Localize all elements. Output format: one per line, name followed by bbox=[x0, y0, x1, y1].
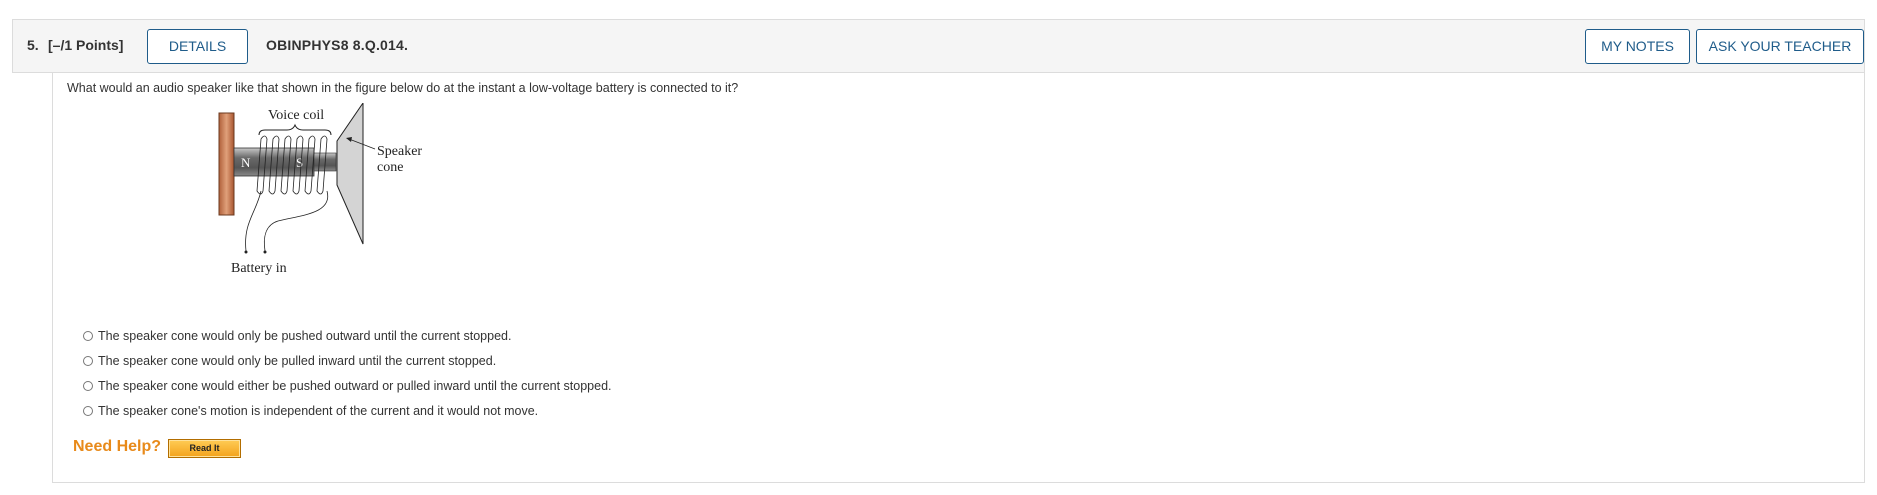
radio-button[interactable] bbox=[83, 381, 93, 391]
choice-text: The speaker cone would only be pulled in… bbox=[98, 354, 497, 368]
choice-text: The speaker cone would either be pushed … bbox=[98, 379, 612, 393]
speaker-cone bbox=[336, 103, 364, 245]
radio-button[interactable] bbox=[83, 356, 93, 366]
question-body: What would an audio speaker like that sh… bbox=[52, 73, 1865, 483]
voice-coil-label: Voice coil bbox=[268, 108, 324, 123]
radio-button[interactable] bbox=[83, 406, 93, 416]
north-pole-label: N bbox=[241, 155, 251, 170]
battery-in-label: Battery in bbox=[231, 261, 287, 276]
back-plate bbox=[218, 112, 235, 216]
choice-text: The speaker cone would only be pushed ou… bbox=[98, 329, 512, 343]
battery-terminal-1 bbox=[244, 250, 248, 254]
question-code: OBINPHYS8 8.Q.014. bbox=[266, 37, 409, 53]
details-button[interactable]: DETAILS bbox=[147, 29, 248, 64]
coil-brace bbox=[258, 123, 332, 136]
speaker-label-line1: Speaker bbox=[377, 144, 422, 159]
battery-wire-1 bbox=[245, 190, 262, 252]
question-points: [–/1 Points] bbox=[48, 37, 124, 53]
radio-button[interactable] bbox=[83, 331, 93, 341]
choice-text: The speaker cone's motion is independent… bbox=[98, 404, 539, 418]
speaker-label-line2: cone bbox=[377, 160, 403, 175]
need-help-label: Need Help? bbox=[73, 438, 162, 455]
battery-terminal-2 bbox=[263, 250, 267, 254]
battery-wire-2 bbox=[263, 190, 329, 252]
ask-your-teacher-button[interactable]: ASK YOUR TEACHER bbox=[1696, 29, 1864, 64]
question-prompt: What would an audio speaker like that sh… bbox=[67, 81, 739, 95]
my-notes-button[interactable]: MY NOTES bbox=[1585, 29, 1690, 64]
south-pole-label: S bbox=[296, 155, 303, 170]
speaker-figure: N S Voice coil Speaker cone Battery in bbox=[218, 103, 422, 276]
question-header: 5. [–/1 Points] DETAILS OBINPHYS8 8.Q.01… bbox=[12, 19, 1865, 73]
read-it-button[interactable]: Read It bbox=[168, 439, 241, 458]
question-number: 5. bbox=[27, 37, 39, 53]
